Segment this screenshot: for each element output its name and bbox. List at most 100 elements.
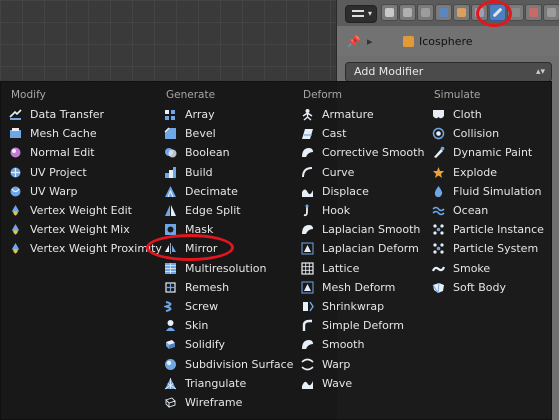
menu-item-corrective-smooth[interactable]: Corrective Smooth (301, 143, 424, 162)
menu-item-curve[interactable]: Curve (301, 163, 424, 182)
menu-item-particle-instance[interactable]: Particle Instance (432, 220, 544, 239)
menu-item-lattice[interactable]: Lattice (301, 259, 424, 278)
menu-item-ocean[interactable]: Ocean (432, 201, 544, 220)
menu-item-edge-split[interactable]: Edge Split (164, 201, 293, 220)
menu-item-mesh-cache[interactable]: Mesh Cache (9, 124, 162, 143)
array-icon (164, 108, 177, 121)
menu-item-triangulate[interactable]: Triangulate (164, 374, 293, 393)
render-layers-tab[interactable] (399, 4, 416, 21)
data-tab[interactable] (507, 4, 524, 21)
menu-item-screw[interactable]: Screw (164, 297, 293, 316)
menu-item-label: Particle System (453, 242, 539, 256)
menu-item-hook[interactable]: Hook (301, 201, 424, 220)
soft-body-icon (432, 281, 445, 294)
menu-item-particle-system[interactable]: Particle System (432, 239, 544, 258)
menu-item-smoke[interactable]: Smoke (432, 259, 544, 278)
menu-item-build[interactable]: Build (164, 163, 293, 182)
menu-item-label: Edge Split (185, 204, 241, 218)
menu-item-label: Cast (322, 127, 347, 141)
material-tab[interactable] (525, 4, 542, 21)
object-icon (457, 8, 466, 17)
render-tab[interactable] (381, 4, 398, 21)
menu-item-multiresolution[interactable]: Multiresolution (164, 259, 293, 278)
menu-item-boolean[interactable]: Boolean (164, 143, 293, 162)
menu-item-uv-warp[interactable]: UV Warp (9, 182, 162, 201)
data-icon (511, 8, 520, 17)
collision-icon (432, 127, 445, 140)
menu-item-label: Mask (185, 223, 214, 237)
menu-column-modify: Modify Data Transfer Mesh Cache Normal Edit… (9, 86, 162, 259)
menu-item-data-transfer[interactable]: Data Transfer (9, 105, 162, 124)
menu-item-fluid-simulation[interactable]: Fluid Simulation (432, 182, 544, 201)
add-modifier-dropdown[interactable]: Add Modifier ▴▾ (345, 62, 552, 82)
menu-item-vertex-weight-mix[interactable]: Vertex Weight Mix (9, 220, 162, 239)
menu-column-header: Simulate (434, 89, 481, 101)
menu-item-subdivision-surface[interactable]: Subdivision Surface (164, 354, 293, 373)
object-tab[interactable] (453, 4, 470, 21)
menu-item-bevel[interactable]: Bevel (164, 124, 293, 143)
smoke-icon (432, 262, 445, 275)
menu-item-label: Fluid Simulation (453, 184, 542, 198)
menu-item-remesh[interactable]: Remesh (164, 278, 293, 297)
menu-item-collision[interactable]: Collision (432, 124, 544, 143)
menu-item-label: Wireframe (185, 395, 243, 409)
menu-item-vertex-weight-proximity[interactable]: Vertex Weight Proximity (9, 239, 162, 258)
pin-icon[interactable]: 📌 (347, 35, 361, 48)
menu-item-decimate[interactable]: Decimate (164, 182, 293, 201)
menu-item-shrinkwrap[interactable]: Shrinkwrap (301, 297, 424, 316)
menu-item-mirror[interactable]: Mirror (164, 239, 293, 258)
particles-icon (432, 242, 445, 255)
menu-item-normal-edit[interactable]: Normal Edit (9, 143, 162, 162)
fluid-icon (432, 185, 445, 198)
vertex-weight-icon (9, 242, 22, 255)
menu-item-label: Build (185, 165, 213, 179)
menu-item-solidify[interactable]: Solidify (164, 335, 293, 354)
menu-item-smooth[interactable]: Smooth (301, 335, 424, 354)
constraints-tab[interactable] (471, 4, 488, 21)
menu-item-dynamic-paint[interactable]: Dynamic Paint (432, 143, 544, 162)
menu-item-wireframe[interactable]: Wireframe (164, 393, 293, 412)
menu-item-vertex-weight-edit[interactable]: Vertex Weight Edit (9, 201, 162, 220)
menu-item-label: UV Warp (30, 184, 78, 198)
menu-item-displace[interactable]: Displace (301, 182, 424, 201)
editor-type-button[interactable]: ▾ (345, 5, 377, 23)
world-tab[interactable] (435, 4, 452, 21)
menu-item-mask[interactable]: Mask (164, 220, 293, 239)
menu-item-laplacian-smooth[interactable]: Laplacian Smooth (301, 220, 424, 239)
menu-item-label: Hook (322, 204, 351, 218)
menu-item-label: Simple Deform (322, 319, 404, 333)
boolean-icon (164, 146, 177, 159)
constraints-icon (475, 8, 484, 17)
solidify-icon (164, 338, 177, 351)
menu-item-cast[interactable]: Cast (301, 124, 424, 143)
menu-item-label: Mesh Cache (30, 127, 97, 141)
menu-item-simple-deform[interactable]: Simple Deform (301, 316, 424, 335)
menu-item-array[interactable]: Array (164, 105, 293, 124)
menu-item-mesh-deform[interactable]: Mesh Deform (301, 278, 424, 297)
menu-item-uv-project[interactable]: UV Project (9, 163, 162, 182)
world-icon (439, 8, 448, 17)
menu-item-label: Vertex Weight Mix (30, 223, 130, 237)
texture-tab[interactable] (543, 4, 559, 21)
scene-tab[interactable] (417, 4, 434, 21)
menu-item-armature[interactable]: Armature (301, 105, 424, 124)
menu-item-cloth[interactable]: Cloth (432, 105, 544, 124)
menu-item-laplacian-deform[interactable]: Laplacian Deform (301, 239, 424, 258)
menu-item-skin[interactable]: Skin (164, 316, 293, 335)
menu-item-label: Curve (322, 165, 355, 179)
mask-icon (164, 223, 177, 236)
menu-item-label: Vertex Weight Edit (30, 204, 132, 218)
skin-icon (164, 319, 177, 332)
menu-item-explode[interactable]: Explode (432, 163, 544, 182)
menu-item-label: Normal Edit (30, 146, 95, 160)
modifiers-tab[interactable] (489, 4, 506, 21)
vertex-weight-icon (9, 204, 22, 217)
scene-icon (421, 8, 430, 17)
mirror-icon (164, 242, 177, 255)
menu-item-warp[interactable]: Warp (301, 354, 424, 373)
menu-item-wave[interactable]: Wave (301, 374, 424, 393)
menu-item-soft-body[interactable]: Soft Body (432, 278, 544, 297)
armature-icon (301, 108, 314, 121)
menu-item-label: Mesh Deform (322, 280, 396, 294)
menu-item-label: Array (185, 108, 215, 122)
